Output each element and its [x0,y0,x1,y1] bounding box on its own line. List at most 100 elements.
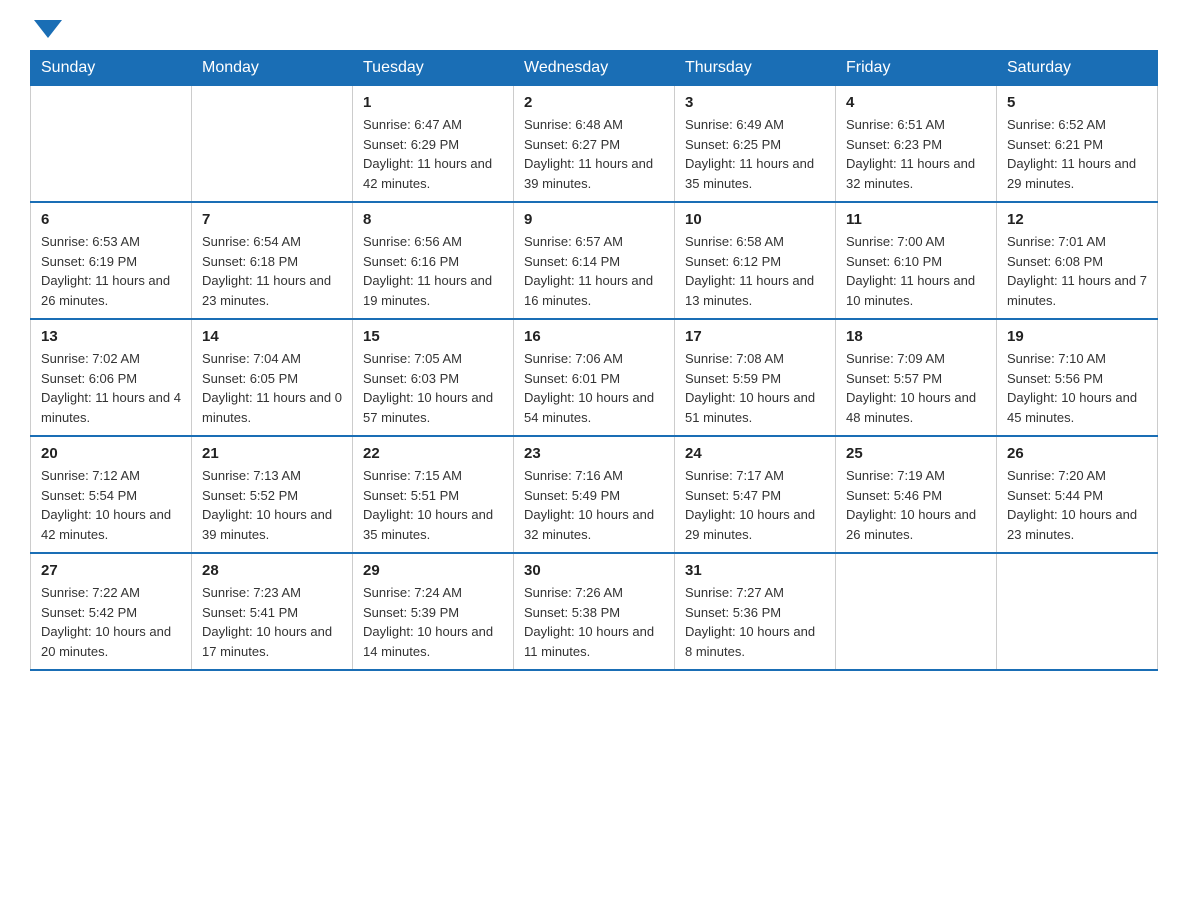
calendar-cell: 18Sunrise: 7:09 AM Sunset: 5:57 PM Dayli… [836,319,997,436]
day-info: Sunrise: 7:19 AM Sunset: 5:46 PM Dayligh… [846,466,986,544]
calendar-cell: 25 Sunrise: 7:19 AM Sunset: 5:46 PM Dayli… [836,436,997,553]
day-number: 22 [363,445,503,462]
day-number: 15 [363,328,503,345]
day-info: Sunrise: 7:06 AM Sunset: 6:01 PM Dayligh… [524,349,664,427]
day-number: 14 [202,328,342,345]
calendar-cell: 15 Sunrise: 7:05 AM Sunset: 6:03 PM Dayli… [353,319,514,436]
calendar-cell: 14 Sunrise: 7:04 AM Sunset: 6:05 PM Dayli… [192,319,353,436]
day-number: 11 [846,211,986,228]
day-number: 6 [41,211,181,228]
day-info: Sunrise: 7:16 AM Sunset: 5:49 PM Dayligh… [524,466,664,544]
calendar-cell: 7Sunrise: 6:54 AM Sunset: 6:18 PM Daylig… [192,202,353,319]
calendar-cell: 6 Sunrise: 6:53 AM Sunset: 6:19 PM Daylig… [31,202,192,319]
day-info: Sunrise: 7:00 AM Sunset: 6:10 PM Dayligh… [846,232,986,310]
day-number: 9 [524,211,664,228]
calendar-cell: 2 Sunrise: 6:48 AM Sunset: 6:27 PM Daylig… [514,86,675,203]
day-info: Sunrise: 6:54 AM Sunset: 6:18 PM Dayligh… [202,232,342,310]
calendar-cell: 12 Sunrise: 7:01 AM Sunset: 6:08 PM Dayli… [997,202,1158,319]
header-thursday: Thursday [675,51,836,86]
calendar-cell: 29Sunrise: 7:24 AM Sunset: 5:39 PM Dayli… [353,553,514,670]
day-number: 21 [202,445,342,462]
calendar-cell: 1Sunrise: 6:47 AM Sunset: 6:29 PM Daylig… [353,86,514,203]
calendar-body: 1Sunrise: 6:47 AM Sunset: 6:29 PM Daylig… [31,86,1158,671]
calendar-cell [192,86,353,203]
week-row-0: 1Sunrise: 6:47 AM Sunset: 6:29 PM Daylig… [31,86,1158,203]
calendar-cell [31,86,192,203]
day-number: 24 [685,445,825,462]
day-number: 31 [685,562,825,579]
calendar-cell: 4 Sunrise: 6:51 AM Sunset: 6:23 PM Daylig… [836,86,997,203]
day-info: Sunrise: 7:27 AM Sunset: 5:36 PM Dayligh… [685,583,825,661]
header-saturday: Saturday [997,51,1158,86]
day-number: 28 [202,562,342,579]
calendar-cell: 3Sunrise: 6:49 AM Sunset: 6:25 PM Daylig… [675,86,836,203]
page-header [30,20,1158,40]
day-number: 2 [524,94,664,111]
calendar-cell: 23 Sunrise: 7:16 AM Sunset: 5:49 PM Dayli… [514,436,675,553]
header-wednesday: Wednesday [514,51,675,86]
day-info: Sunrise: 6:52 AM Sunset: 6:21 PM Dayligh… [1007,115,1147,193]
calendar-cell: 13 Sunrise: 7:02 AM Sunset: 6:06 PM Dayli… [31,319,192,436]
calendar-cell: 19 Sunrise: 7:10 AM Sunset: 5:56 PM Dayli… [997,319,1158,436]
calendar-cell: 26 Sunrise: 7:20 AM Sunset: 5:44 PM Dayli… [997,436,1158,553]
day-info: Sunrise: 6:48 AM Sunset: 6:27 PM Dayligh… [524,115,664,193]
calendar-cell: 30 Sunrise: 7:26 AM Sunset: 5:38 PM Dayli… [514,553,675,670]
day-info: Sunrise: 7:08 AM Sunset: 5:59 PM Dayligh… [685,349,825,427]
day-number: 20 [41,445,181,462]
day-info: Sunrise: 7:10 AM Sunset: 5:56 PM Dayligh… [1007,349,1147,427]
logo [30,20,62,40]
day-number: 19 [1007,328,1147,345]
day-number: 29 [363,562,503,579]
calendar-cell: 17 Sunrise: 7:08 AM Sunset: 5:59 PM Dayli… [675,319,836,436]
week-row-3: 20 Sunrise: 7:12 AM Sunset: 5:54 PM Dayli… [31,436,1158,553]
calendar-cell [836,553,997,670]
day-info: Sunrise: 6:58 AM Sunset: 6:12 PM Dayligh… [685,232,825,310]
header-friday: Friday [836,51,997,86]
day-info: Sunrise: 6:49 AM Sunset: 6:25 PM Dayligh… [685,115,825,193]
day-number: 12 [1007,211,1147,228]
day-number: 17 [685,328,825,345]
day-info: Sunrise: 6:57 AM Sunset: 6:14 PM Dayligh… [524,232,664,310]
calendar-cell: 28Sunrise: 7:23 AM Sunset: 5:41 PM Dayli… [192,553,353,670]
calendar-cell: 11 Sunrise: 7:00 AM Sunset: 6:10 PM Dayli… [836,202,997,319]
day-number: 23 [524,445,664,462]
calendar-cell: 20 Sunrise: 7:12 AM Sunset: 5:54 PM Dayli… [31,436,192,553]
calendar-header: Sunday Monday Tuesday Wednesday Thursday… [31,51,1158,86]
logo-triangle-icon [34,20,62,38]
calendar-cell: 5 Sunrise: 6:52 AM Sunset: 6:21 PM Daylig… [997,86,1158,203]
day-info: Sunrise: 7:01 AM Sunset: 6:08 PM Dayligh… [1007,232,1147,310]
day-number: 5 [1007,94,1147,111]
calendar-cell: 22Sunrise: 7:15 AM Sunset: 5:51 PM Dayli… [353,436,514,553]
day-info: Sunrise: 7:20 AM Sunset: 5:44 PM Dayligh… [1007,466,1147,544]
day-info: Sunrise: 7:17 AM Sunset: 5:47 PM Dayligh… [685,466,825,544]
header-tuesday: Tuesday [353,51,514,86]
day-number: 27 [41,562,181,579]
day-number: 4 [846,94,986,111]
calendar-cell: 8 Sunrise: 6:56 AM Sunset: 6:16 PM Daylig… [353,202,514,319]
calendar-cell: 27Sunrise: 7:22 AM Sunset: 5:42 PM Dayli… [31,553,192,670]
day-number: 8 [363,211,503,228]
calendar-cell [997,553,1158,670]
day-info: Sunrise: 7:09 AM Sunset: 5:57 PM Dayligh… [846,349,986,427]
day-number: 13 [41,328,181,345]
day-info: Sunrise: 6:56 AM Sunset: 6:16 PM Dayligh… [363,232,503,310]
day-info: Sunrise: 7:12 AM Sunset: 5:54 PM Dayligh… [41,466,181,544]
week-row-1: 6 Sunrise: 6:53 AM Sunset: 6:19 PM Daylig… [31,202,1158,319]
header-monday: Monday [192,51,353,86]
calendar-table: Sunday Monday Tuesday Wednesday Thursday… [30,50,1158,671]
day-info: Sunrise: 6:53 AM Sunset: 6:19 PM Dayligh… [41,232,181,310]
week-row-2: 13 Sunrise: 7:02 AM Sunset: 6:06 PM Dayli… [31,319,1158,436]
day-info: Sunrise: 7:26 AM Sunset: 5:38 PM Dayligh… [524,583,664,661]
day-info: Sunrise: 7:04 AM Sunset: 6:05 PM Dayligh… [202,349,342,427]
day-number: 30 [524,562,664,579]
day-info: Sunrise: 7:02 AM Sunset: 6:06 PM Dayligh… [41,349,181,427]
header-sunday: Sunday [31,51,192,86]
day-number: 1 [363,94,503,111]
day-info: Sunrise: 6:51 AM Sunset: 6:23 PM Dayligh… [846,115,986,193]
calendar-cell: 21Sunrise: 7:13 AM Sunset: 5:52 PM Dayli… [192,436,353,553]
header-row: Sunday Monday Tuesday Wednesday Thursday… [31,51,1158,86]
day-number: 26 [1007,445,1147,462]
calendar-cell: 31 Sunrise: 7:27 AM Sunset: 5:36 PM Dayli… [675,553,836,670]
day-info: Sunrise: 7:05 AM Sunset: 6:03 PM Dayligh… [363,349,503,427]
day-number: 25 [846,445,986,462]
